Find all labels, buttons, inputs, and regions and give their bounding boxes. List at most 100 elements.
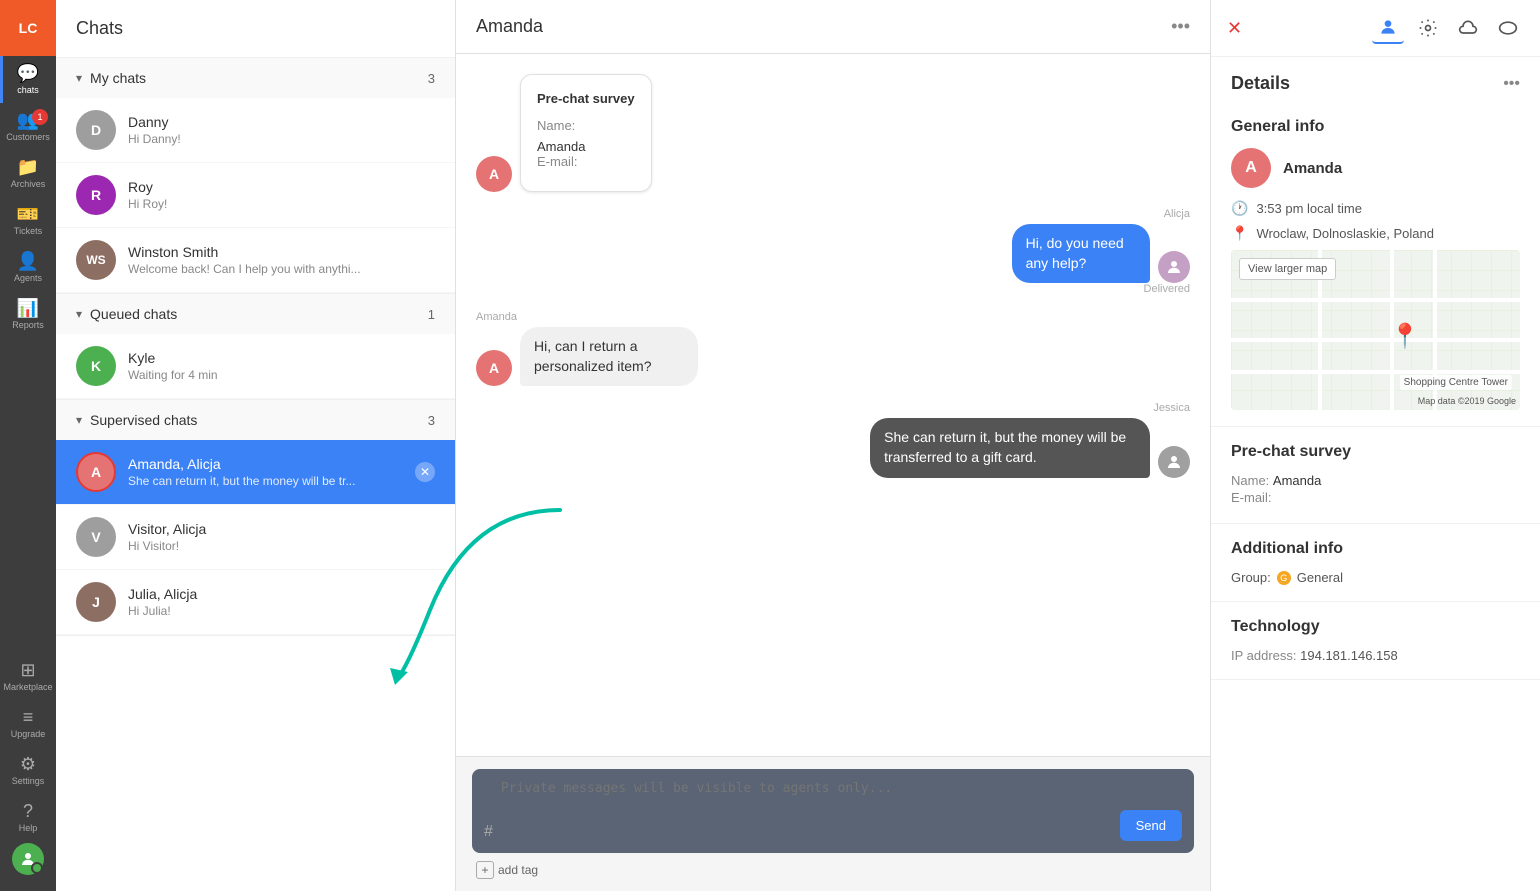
archives-icon: 📁 [17,158,39,176]
chat-messages: A Pre-chat survey Name: Amanda E-mail: A… [456,54,1210,756]
chat-info-roy: Roy Hi Roy! [128,179,435,211]
chat-preview-kyle: Waiting for 4 min [128,368,435,382]
chat-input-area: # Send + add tag [456,756,1210,891]
prechat-name-label: Name: [537,118,635,133]
agent-msg-1-sender: Alicja [1164,208,1190,220]
send-button[interactable]: Send [1120,810,1182,841]
private-message-textarea[interactable] [501,781,1120,841]
location-icon: 📍 [1231,225,1248,242]
prechat-name-value-detail: Amanda [1273,473,1321,488]
sidebar-item-archives[interactable]: 📁 Archives [0,150,56,197]
toolbar-settings-icon[interactable] [1412,12,1444,44]
chat-header-title: Amanda [476,16,543,37]
info-location-row: 📍 Wroclaw, Dolnoslaskie, Poland [1231,225,1520,242]
add-tag-button[interactable]: + add tag [476,861,538,879]
chat-item-roy[interactable]: R Roy Hi Roy! [56,163,455,228]
chat-item-kyle[interactable]: K Kyle Waiting for 4 min [56,334,455,399]
my-chats-header[interactable]: ▾ My chats 3 [56,58,455,98]
supervised-chats-chevron: ▾ [76,413,82,427]
agent-msg-1-bubble: Hi, do you need any help? [1012,224,1150,283]
hash-icon: # [484,823,493,841]
supervised-chats-title: Supervised chats [90,412,197,428]
agent-msg-1-container: Alicja Hi, do you need any help? Deliver… [476,208,1190,295]
add-tag-row: + add tag [472,861,1194,879]
chat-item-visitor-alicja[interactable]: V Visitor, Alicja Hi Visitor! [56,505,455,570]
add-tag-label: add tag [498,863,538,877]
close-panel-icon[interactable]: ✕ [1227,18,1242,39]
chat-preview-julia-alicja: Hi Julia! [128,604,435,618]
toolbar-cloud-icon[interactable] [1452,12,1484,44]
chat-info-winston: Winston Smith Welcome back! Can I help y… [128,244,435,276]
customers-label: Customers [6,132,50,142]
agent-jessica-avatar [1158,446,1190,478]
queued-chats-header[interactable]: ▾ Queued chats 1 [56,294,455,334]
my-chats-chevron: ▾ [76,71,82,85]
avatar-amanda-alicja: A [76,452,116,492]
customer-msg-1-bubble: Hi, can I return a personalized item? [520,327,698,386]
ip-label: IP address: [1231,648,1300,663]
supervised-chats-list: A Amanda, Alicja She can return it, but … [56,440,455,635]
app-logo[interactable]: LC [0,0,56,56]
chat-item-winston[interactable]: WS Winston Smith Welcome back! Can I hel… [56,228,455,293]
prechat-email-label-detail: E-mail: [1231,490,1520,505]
technology-title: Technology [1231,618,1520,636]
agent-alicja-avatar [1158,251,1190,283]
technology-section: Technology IP address: 194.181.146.158 [1211,602,1540,680]
avatar-danny: D [76,110,116,150]
chat-item-danny[interactable]: D Danny Hi Danny! [56,98,455,163]
ip-value: 194.181.146.158 [1300,648,1398,663]
msg-delivered-status: Delivered [1144,283,1190,295]
sidebar-item-upgrade[interactable]: ≡ Upgrade [0,702,56,745]
queued-chats-section: ▾ Queued chats 1 K Kyle Waiting for 4 mi… [56,294,455,400]
avatar-kyle: K [76,346,116,386]
prechat-survey-bubble: Pre-chat survey Name: Amanda E-mail: [520,74,652,192]
agent-msg-1-row: Hi, do you need any help? [959,224,1190,283]
prechat-survey-section-title: Pre-chat survey [1231,443,1520,461]
group-value: General [1297,570,1343,585]
sidebar-item-help[interactable]: ? Help [0,796,56,839]
sidebar-item-reports[interactable]: 📊 Reports [0,291,56,338]
group-dot-icon: G [1277,571,1291,585]
supervised-chats-section: ▾ Supervised chats 3 A Amanda, Alicja Sh… [56,400,455,636]
tickets-label: Tickets [14,226,42,236]
agent-msg-2-bubble: She can return it, but the money will be… [870,418,1150,477]
chat-item-amanda-alicja[interactable]: A Amanda, Alicja She can return it, but … [56,440,455,505]
chat-item-julia-alicja[interactable]: J Julia, Alicja Hi Julia! [56,570,455,635]
help-icon: ? [23,802,33,820]
chat-info-amanda-alicja: Amanda, Alicja She can return it, but th… [128,456,415,488]
chat-name-winston: Winston Smith [128,244,435,260]
view-larger-map-btn[interactable]: View larger map [1239,258,1336,280]
prechat-survey-title: Pre-chat survey [537,91,635,106]
close-chat-btn[interactable]: ✕ [415,462,435,482]
chat-header-more-btn[interactable]: ••• [1171,16,1190,37]
sidebar-item-marketplace[interactable]: ⊞ Marketplace [0,655,56,698]
sidebar-item-tickets[interactable]: 🎫 Tickets [0,197,56,244]
sidebar-item-agents[interactable]: 👤 Agents [0,244,56,291]
customers-badge: 1 [32,109,48,125]
my-chats-title: My chats [90,70,146,86]
additional-info-title: Additional info [1231,540,1520,558]
user-avatar[interactable] [12,843,44,875]
details-toolbar: ✕ [1211,0,1540,57]
private-msg-input-container: # Send [472,769,1194,853]
my-chats-count: 3 [428,71,435,86]
chat-name-julia-alicja: Julia, Alicja [128,586,435,602]
queued-chats-list: K Kyle Waiting for 4 min [56,334,455,399]
sidebar-item-settings[interactable]: ⚙ Settings [0,749,56,792]
supervised-chats-header[interactable]: ▾ Supervised chats 3 [56,400,455,440]
chat-name-amanda-alicja: Amanda, Alicja [128,456,415,472]
customer-msg-1-row: A Hi, can I return a personalized item? [476,327,773,386]
avatar-winston: WS [76,240,116,280]
toolbar-person-icon[interactable] [1372,12,1404,44]
sidebar-item-customers[interactable]: 👥 Customers 1 [0,103,56,150]
upgrade-icon: ≡ [23,708,34,726]
general-info-avatar: A [1231,148,1271,188]
my-chats-list: D Danny Hi Danny! R Roy Hi Roy! WS Winst… [56,98,455,293]
details-more-btn[interactable]: ••• [1503,75,1520,93]
chat-preview-roy: Hi Roy! [128,197,435,211]
chat-name-danny: Danny [128,114,435,130]
avatar-visitor-alicja: V [76,517,116,557]
sidebar-item-chats[interactable]: 💬 chats [0,56,56,103]
toolbar-salesforce-icon[interactable] [1492,12,1524,44]
avatar-julia-alicja: J [76,582,116,622]
